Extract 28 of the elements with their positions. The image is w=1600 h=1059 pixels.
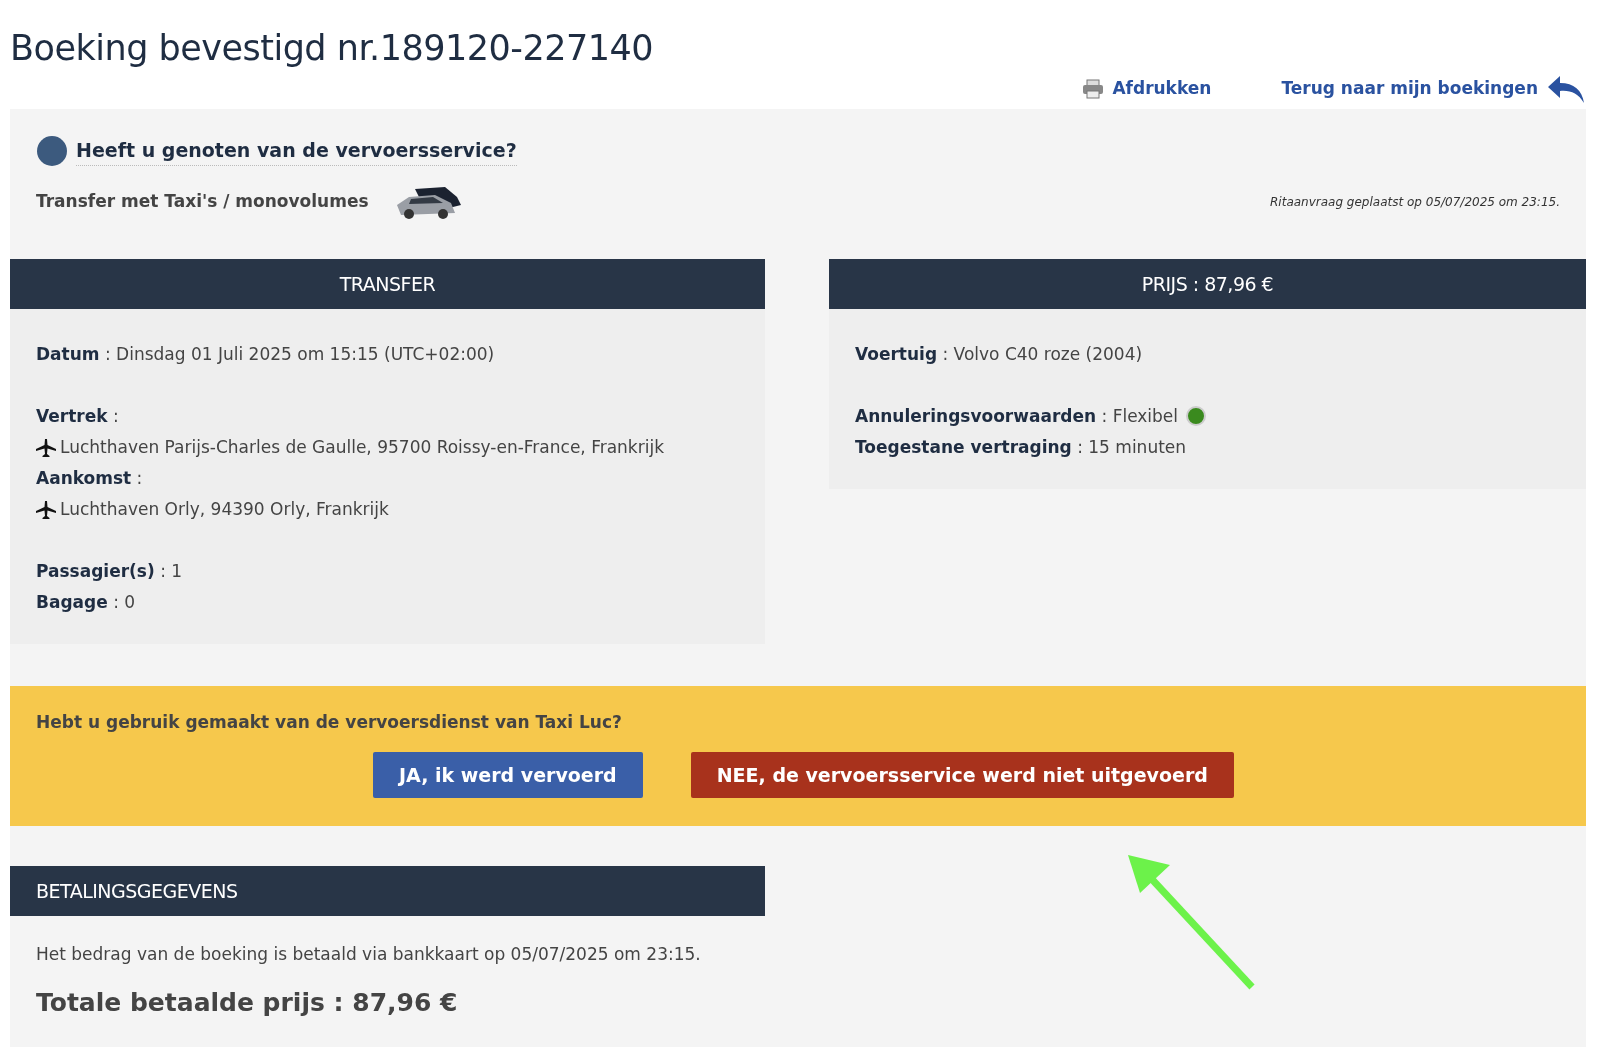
detail-line: Annuleringsvoorwaarden : Flexibel [855,406,1179,426]
address-text: Luchthaven Orly, 94390 Orly, Frankrijk [60,498,389,521]
detail-line: Datum : Dinsdag 01 Juli 2025 om 15:15 (UTC+02:00) [36,344,495,364]
payment-header: BETALINGSGEGEVENS [10,866,765,916]
request-date: Ritaanvraag geplaatst op 05/07/2025 om 23:15. [1270,194,1560,211]
detail-line: Passagier(s) : 1 [36,561,183,581]
info-question: Heeft u genoten van de vervoersservice? [76,136,517,166]
transfer-header: TRANSFER [10,259,765,309]
address-text: Luchthaven Parijs-Charles de Gaulle, 95700 Roissy-en-France, Frankrijk [60,436,664,459]
payment-text: Het bedrag van de boeking is betaald via bankkaart op 05/07/2025 om 23:15. [36,943,702,966]
yes-button[interactable]: JA, ik werd vervoerd [373,751,643,798]
print-link[interactable]: Afdrukken [1112,76,1212,102]
printer-icon [1082,79,1105,99]
airplane-icon [36,500,56,519]
detail-line: Bagage : 0 [36,592,136,612]
page-title: Boeking bevestigd nr.189120-227140 [10,27,655,69]
detail-line: Toegestane vertraging : 15 minuten [855,437,1187,457]
detail-line: Aankomst : [36,468,143,488]
feedback-question: Hebt u gebruik gemaakt van de vervoersdienst van Taxi Luc? [36,711,623,734]
detail-line: Voertuig : Volvo C40 roze (2004) [855,344,1143,364]
back-link[interactable]: Terug naar mijn boekingen [1281,76,1538,102]
back-arrow-icon [1546,74,1586,104]
detail-line: Vertrek : [36,406,119,426]
price-header: PRIJS : 87,96 € [829,259,1586,309]
service-name: Transfer met Taxi's / monovolumes [36,190,369,214]
airplane-icon [36,438,56,457]
total-price: Totale betaalde prijs : 87,96 € [36,986,459,1019]
no-button[interactable]: NEE, de vervoersservice werd niet uitgevoerd [690,751,1234,798]
